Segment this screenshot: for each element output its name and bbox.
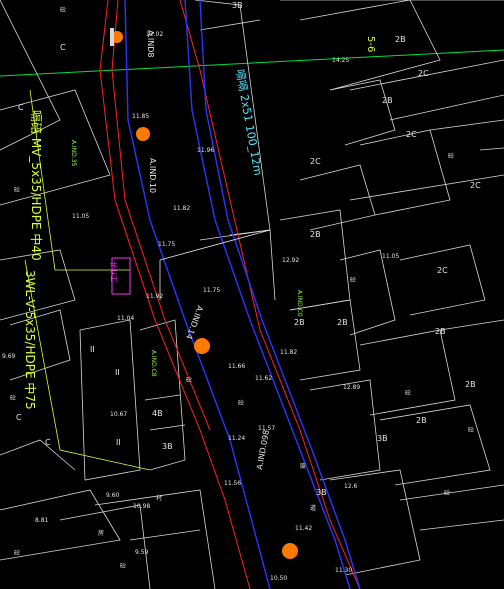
building-label: C <box>45 438 51 447</box>
building-label: 2C <box>418 69 429 78</box>
building-label: 2C <box>470 181 481 190</box>
node-label: A.IND.14 <box>184 304 204 340</box>
misc-label: 废 <box>300 462 306 470</box>
building-label: 3B <box>232 1 243 10</box>
building-label: 2B <box>310 230 321 239</box>
elevation-text: 11.56 <box>224 480 241 487</box>
misc-label: 砼 <box>448 152 454 160</box>
building-label: 2B <box>395 35 406 44</box>
elevation-text: 10.67 <box>110 411 127 418</box>
elevation-text: 11.82 <box>280 349 297 356</box>
building-label: 3B <box>162 442 173 451</box>
elevation-text: 9.59 <box>135 549 149 556</box>
building-label: 3B <box>377 434 388 443</box>
misc-label: 砼 <box>405 389 411 397</box>
elevation-text: 11.05 <box>72 213 89 220</box>
misc-label: 砼 <box>444 489 450 497</box>
cad-drawing-canvas[interactable]: 工作井 嗝碚 MV_5x35/HDPE 中40 3WL-V-5x35/HDPE … <box>0 0 504 589</box>
elevation-text: 11.75 <box>158 241 175 248</box>
misc-label: 道 <box>310 504 316 512</box>
node-label: A.IND.C8 <box>150 350 157 377</box>
misc-label: 砼 <box>120 562 126 570</box>
road-boundary <box>99 0 361 589</box>
node-label: A.IND.35 <box>70 140 77 167</box>
elevation-text: 11.85 <box>132 113 149 120</box>
magenta-tag: 工作井 <box>109 261 118 282</box>
elevation-text: 12.02 <box>146 31 163 38</box>
misc-label: 砼 <box>14 549 20 557</box>
misc-label: 砼 <box>238 399 244 407</box>
misc-label: 砼 <box>60 6 66 14</box>
valve-icon[interactable] <box>194 338 210 354</box>
building-label: C <box>60 43 66 52</box>
misc-label: 砼 <box>10 394 16 402</box>
misc-label: 村 <box>156 494 162 502</box>
building-label: II <box>116 438 121 447</box>
building-label: C <box>16 413 22 422</box>
elevation-text: 11.24 <box>228 435 245 442</box>
building-label: 2C <box>406 130 417 139</box>
elevation-text: 11.42 <box>295 525 312 532</box>
section-marker: 5-6 <box>365 36 376 52</box>
building-label: C <box>18 103 24 112</box>
building-label: 2B <box>294 318 305 327</box>
elevation-text: 11.82 <box>173 205 190 212</box>
building-labels: 2B 3B 2C 2B 2C 2C 2B 2C 2B 2B 2B 3B 4B 3… <box>16 1 481 497</box>
building-label: 2B <box>416 416 427 425</box>
elevation-text: 9.69 <box>2 353 16 360</box>
node-label: A.IND.10 <box>148 158 157 193</box>
elevation-text: 11.05 <box>382 253 399 260</box>
elevation-text: 12.89 <box>343 384 360 391</box>
cable-label-zrpl: 3WL-V-5x35/HDPE 中75 <box>23 270 38 410</box>
misc-label: 砼 <box>468 426 474 434</box>
building-label: 2C <box>310 157 321 166</box>
elevation-text: 11.04 <box>117 315 134 322</box>
cable-label-rq: 嗝碚 MV_5x35/HDPE 中40 <box>29 110 44 261</box>
elevation-text: 11.57 <box>258 425 275 432</box>
valve-icon[interactable] <box>136 127 150 141</box>
building-label: 4B <box>152 409 163 418</box>
building-label: 3B <box>316 488 327 497</box>
building-label: 2C <box>437 266 448 275</box>
valve-icon[interactable] <box>282 543 298 559</box>
building-label: 2B <box>337 318 348 327</box>
building-label: 2B <box>382 96 393 105</box>
node-label: A.IND.C0 <box>296 290 303 317</box>
elevation-text: 11.66 <box>228 363 245 370</box>
elevation-text: 11.62 <box>255 375 272 382</box>
elevation-text: 11.75 <box>203 287 220 294</box>
elevation-text: 11.92 <box>146 293 163 300</box>
node-label: A.IND.098 <box>255 429 271 470</box>
building-label: II <box>90 345 95 354</box>
elevation-text: 11.96 <box>197 147 214 154</box>
elevation-text: 14.25 <box>332 57 349 64</box>
elevation-text: 11.30 <box>335 567 352 574</box>
elevation-text: 12.6 <box>344 483 358 490</box>
elevation-text: 10.50 <box>270 575 287 582</box>
misc-label: 砼 <box>14 186 20 194</box>
elevation-text: 8.81 <box>35 517 49 524</box>
elevation-text: 9.60 <box>106 492 120 499</box>
elevation-text: 10.98 <box>133 503 150 510</box>
misc-label: 砼 <box>350 276 356 284</box>
main-pipe-label: 嗝嗝 2x51 100_12m <box>233 68 265 176</box>
misc-label: 砼 <box>186 376 192 384</box>
misc-label: 房 <box>98 529 104 537</box>
elevation-text: 12.92 <box>282 257 299 264</box>
building-label: 2B <box>435 327 446 336</box>
building-label: II <box>115 368 120 377</box>
building-label: 2B <box>465 380 476 389</box>
